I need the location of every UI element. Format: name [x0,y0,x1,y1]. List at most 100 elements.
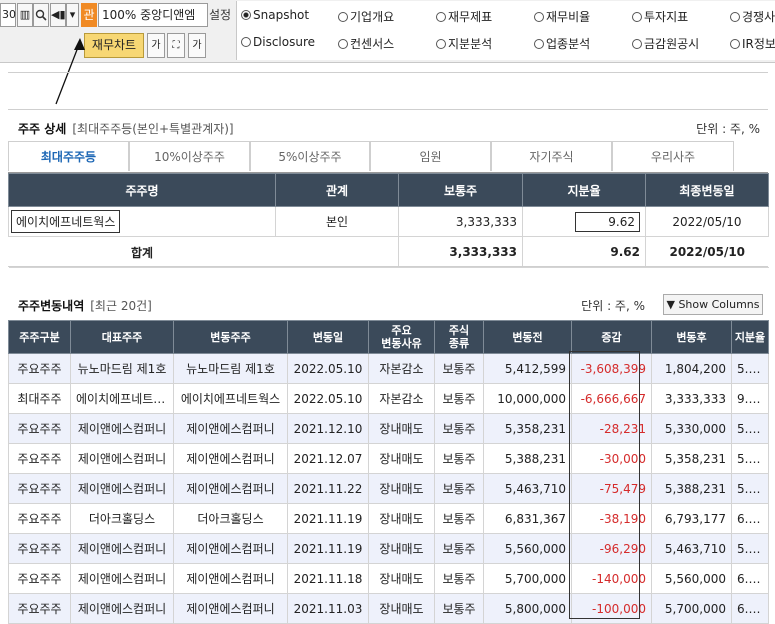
holder-type-cell: 주요주주 [8,353,71,384]
change-date-cell: 2021.11.03 [287,593,369,624]
total-ratio: 9.62 [522,236,646,268]
shareholder-name[interactable]: 에이치에프네트웍스 [11,210,121,233]
change-amount-cell: -75,479 [571,473,652,504]
share-type-cell: 보통주 [434,473,484,504]
col-header: 주주구분 [8,320,71,354]
col-header: 변동주주 [173,320,288,354]
share-type-cell: 보통주 [434,353,484,384]
unit-label: 단위 : 주, % [581,299,645,313]
radio-company-overview[interactable]: 기업개요 [338,8,394,25]
tab-major-shareholders[interactable]: 최대주주등 [8,141,129,171]
table-row[interactable]: 주요주주 제이앤에스컴퍼니 제이앤에스컴퍼니 2021.11.19 장내매도 보통주 5,5… [8,533,769,564]
total-label: 합계 [8,236,276,268]
radio-investment-indicators[interactable]: 투자지표 [632,8,688,25]
table-row[interactable]: 주요주주 제이앤에스컴퍼니 제이앤에스컴퍼니 2021.11.18 장내매도 보통주 5,7… [8,563,769,594]
table-row[interactable]: 주요주주 더아크홀딩스 더아크홀딩스 2021.11.19 장내매도 보통주 6,831,3… [8,503,769,534]
table-row[interactable]: 주요주주 제이앤에스컴퍼니 제이앤에스컴퍼니 2021.12.07 장내매도 보통주 5,3… [8,443,769,474]
table-row[interactable]: 주요주주 제이앤에스컴퍼니 제이앤에스컴퍼니 2021.11.22 장내매도 보통주 5,4… [8,473,769,504]
col-header: 최종변동일 [645,173,769,207]
share-type-cell: 보통주 [434,443,484,474]
before-cell: 5,412,599 [483,353,572,384]
change-date-cell: 2021.11.19 [287,533,369,564]
change-reason-cell: 자본감소 [368,383,435,414]
before-cell: 10,000,000 [483,383,572,414]
representative-holder-cell: 제이앤에스컴퍼니 [70,563,174,594]
table-row[interactable]: 주요주주 제이앤에스컴퍼니 제이앤에스컴퍼니 2021.11.03 장내매도 보통주 5,8… [8,593,769,624]
after-cell: 1,804,200 [651,353,732,384]
tab-employee-stock[interactable]: 우리사주 [612,141,734,171]
radio-industry-analysis[interactable]: 업종분석 [534,35,590,52]
share-type-cell: 보통주 [434,563,484,594]
share-type-cell: 보통주 [434,503,484,534]
holder-type-cell: 주요주주 [8,533,71,564]
table-row[interactable]: 주요주주 뉴노마드림 제1호 뉴노마드림 제1호 2022.05.10 자본감소 보통주 5… [8,353,769,384]
table-row[interactable]: 주요주주 제이앤에스컴퍼니 제이앤에스컴퍼니 2021.12.10 장내매도 보통주 5,3… [8,413,769,444]
radio-disclosure[interactable]: Disclosure [241,35,315,49]
after-cell: 5,330,000 [651,413,732,444]
change-date-cell: 2021.11.18 [287,563,369,594]
radio-snapshot[interactable]: Snapshot [241,8,309,22]
font-small-button[interactable]: 가 [147,33,165,58]
col-header: 지분율 [522,173,646,207]
radio-consensus[interactable]: 컨센서스 [338,35,394,52]
before-cell: 6,831,367 [483,503,572,534]
radio-financial-statements[interactable]: 재무제표 [436,8,492,25]
ratio-cell: 6.55 [731,563,769,594]
after-cell: 5,358,231 [651,443,732,474]
before-cell: 5,358,231 [483,413,572,444]
change-date-cell: 2021.12.10 [287,413,369,444]
col-header: 증감 [571,320,652,354]
annotation-arrow-icon [55,38,85,105]
table-row[interactable]: 최대주주 에이치에프네트웍스 에이치에프네트웍스 2022.05.10 자본감소 보통주 1… [8,383,769,414]
representative-holder-cell: 뉴노마드림 제1호 [70,353,174,384]
radio-financial-ratios[interactable]: 재무비율 [534,8,590,25]
table-row[interactable]: 에이치에프네트웍스 본인 3,333,333 9.62 2022/05/10 [8,206,769,237]
col-header: 보통주 [398,173,523,207]
col-header: 지분율 [731,320,769,354]
common-shares-cell: 3,333,333 [398,206,523,237]
ratio-cell: 5.20 [731,353,769,384]
report-type-radio-group: Snapshot 기업개요 재무제표 재무비율 투자지표 경쟁사 Disclos… [236,1,775,60]
share-type-cell: 보통주 [434,593,484,624]
last-change-cell: 2022/05/10 [645,206,769,237]
radio-fss-disclosure[interactable]: 금감원공시 [632,35,699,52]
top-toolbar: 30 ▥ ◀▮ ▾ 관 100% 중앙디앤엠 설정 재무차트 가 ⛶ 가 Sna… [0,0,775,63]
ratio-cell: 9.62 [731,383,769,414]
changed-holder-cell: 제이앤에스컴퍼니 [173,473,288,504]
font-large-button[interactable]: 가 [188,33,206,58]
tab-executives[interactable]: 임원 [370,141,491,171]
holder-type-cell: 주요주주 [8,593,71,624]
total-row: 합계 3,333,333 9.62 2022/05/10 [8,236,769,268]
change-amount-cell: -6,666,667 [571,383,652,414]
col-header: 대표주주 [70,320,174,354]
col-header: 관계 [275,173,399,207]
before-cell: 5,463,710 [483,473,572,504]
change-date-cell: 2022.05.10 [287,353,369,384]
changed-holder-cell: 제이앤에스컴퍼니 [173,533,288,564]
ratio-cell: 6.71 [731,593,769,624]
settings-link[interactable]: 설정 [209,6,231,23]
holder-type-cell: 주요주주 [8,563,71,594]
radio-equity-analysis[interactable]: 지분분석 [436,35,492,52]
radio-competitors[interactable]: 경쟁사 [730,8,775,25]
col-header: 주식 종류 [434,320,484,354]
radio-dot-icon [730,12,740,22]
tab-5-percent-holders[interactable]: 5%이상주주 [250,141,370,171]
divider [8,109,768,110]
representative-holder-cell: 더아크홀딩스 [70,503,174,534]
relation-cell: 본인 [275,206,399,237]
shareholder-tabs: 최대주주등 10%이상주주 5%이상주주 임원 자기주식 우리사주 [8,141,768,173]
company-name-field[interactable]: 100% 중앙디앤엠 [98,3,208,27]
change-amount-cell: -100,000 [571,593,652,624]
change-reason-cell: 장내매도 [368,443,435,474]
tab-10-percent-holders[interactable]: 10%이상주주 [129,141,250,171]
show-columns-button[interactable]: ▼ Show Columns [663,294,763,315]
change-date-cell: 2021.12.07 [287,443,369,474]
expand-icon[interactable]: ⛶ [167,33,185,58]
major-shareholder-table: 주주명 관계 보통주 지분율 최종변동일 에이치에프네트웍스 본인 3,333,… [8,173,769,268]
representative-holder-cell: 제이앤에스컴퍼니 [70,473,174,504]
changed-holder-cell: 제이앤에스컴퍼니 [173,563,288,594]
tab-treasury-stock[interactable]: 자기주식 [491,141,612,171]
change-reason-cell: 장내매도 [368,563,435,594]
radio-ir-info[interactable]: IR정보 [730,35,775,52]
